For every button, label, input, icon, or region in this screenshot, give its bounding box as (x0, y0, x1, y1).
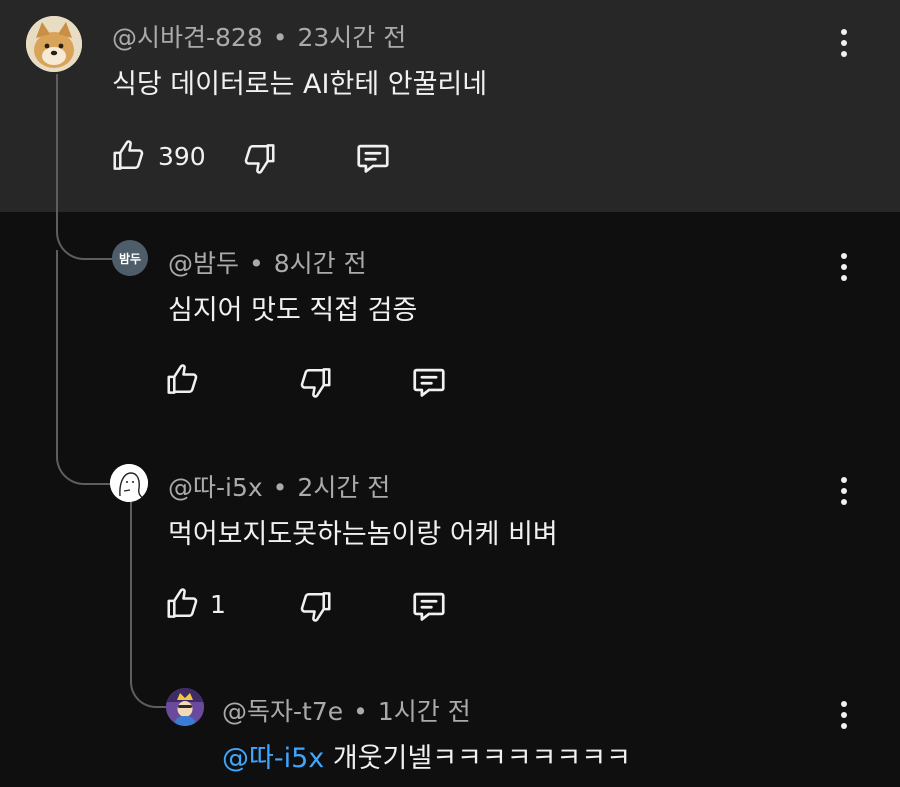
dislike-icon[interactable] (296, 587, 334, 625)
more-vert-icon[interactable] (834, 250, 854, 290)
reply-icon[interactable] (354, 139, 392, 177)
comment-author[interactable]: @시바견-828 (112, 23, 263, 52)
like-icon[interactable] (164, 585, 202, 623)
like-icon[interactable] (164, 361, 202, 399)
comment-text: @따-i5x 개웃기넬ㅋㅋㅋㅋㅋㅋㅋㅋ (222, 736, 631, 775)
thread-line-main (56, 74, 114, 260)
like-icon[interactable] (110, 137, 148, 175)
reply-icon[interactable] (410, 363, 448, 401)
avatar-bamdu[interactable]: 밤두 (112, 240, 148, 276)
comment-body: 개웃기넬ㅋㅋㅋㅋㅋㅋㅋㅋ (324, 743, 631, 774)
comment-text: 식당 데이터로는 AI한테 안꿀리네 (112, 69, 488, 100)
more-vert-icon[interactable] (834, 474, 854, 514)
like-count: 390 (158, 142, 206, 171)
meta-separator: • (353, 697, 368, 726)
comment-meta: @따-i5x • 2시간 전 (168, 468, 390, 504)
thread-line-nested (130, 500, 168, 708)
more-vert-icon[interactable] (834, 698, 854, 738)
avatar-cartoon[interactable] (166, 688, 204, 726)
comment-author[interactable]: @밤두 (168, 249, 239, 278)
more-vert-icon[interactable] (834, 26, 854, 66)
comment-author[interactable]: @따-i5x (168, 473, 263, 502)
comment-text: 심지어 맛도 직접 검증 (168, 295, 418, 326)
thread-line-main-lower (56, 250, 114, 485)
comment-time[interactable]: 8시간 전 (274, 249, 367, 278)
comment-author[interactable]: @독자-t7e (222, 697, 343, 726)
meta-separator: • (249, 249, 264, 278)
comment-meta: @밤두 • 8시간 전 (168, 244, 367, 280)
like-count: 1 (210, 590, 226, 619)
comment-time[interactable]: 1시간 전 (378, 697, 471, 726)
mention-link[interactable]: @따-i5x (222, 743, 324, 774)
comment-meta: @시바견-828 • 23시간 전 (112, 18, 406, 54)
avatar-text: 밤두 (118, 251, 142, 266)
meta-separator: • (272, 473, 288, 502)
comment-meta: @독자-t7e • 1시간 전 (222, 692, 471, 728)
dislike-icon[interactable] (240, 139, 278, 177)
reply-icon[interactable] (410, 587, 448, 625)
comment-text: 먹어보지도못하는놈이랑 어케 비벼 (168, 519, 558, 550)
comment-time[interactable]: 2시간 전 (297, 473, 390, 502)
avatar-doge[interactable] (26, 16, 82, 72)
meta-separator: • (272, 23, 288, 52)
dislike-icon[interactable] (296, 363, 334, 401)
comment-time[interactable]: 23시간 전 (298, 23, 407, 52)
avatar-sketch[interactable] (110, 464, 148, 502)
